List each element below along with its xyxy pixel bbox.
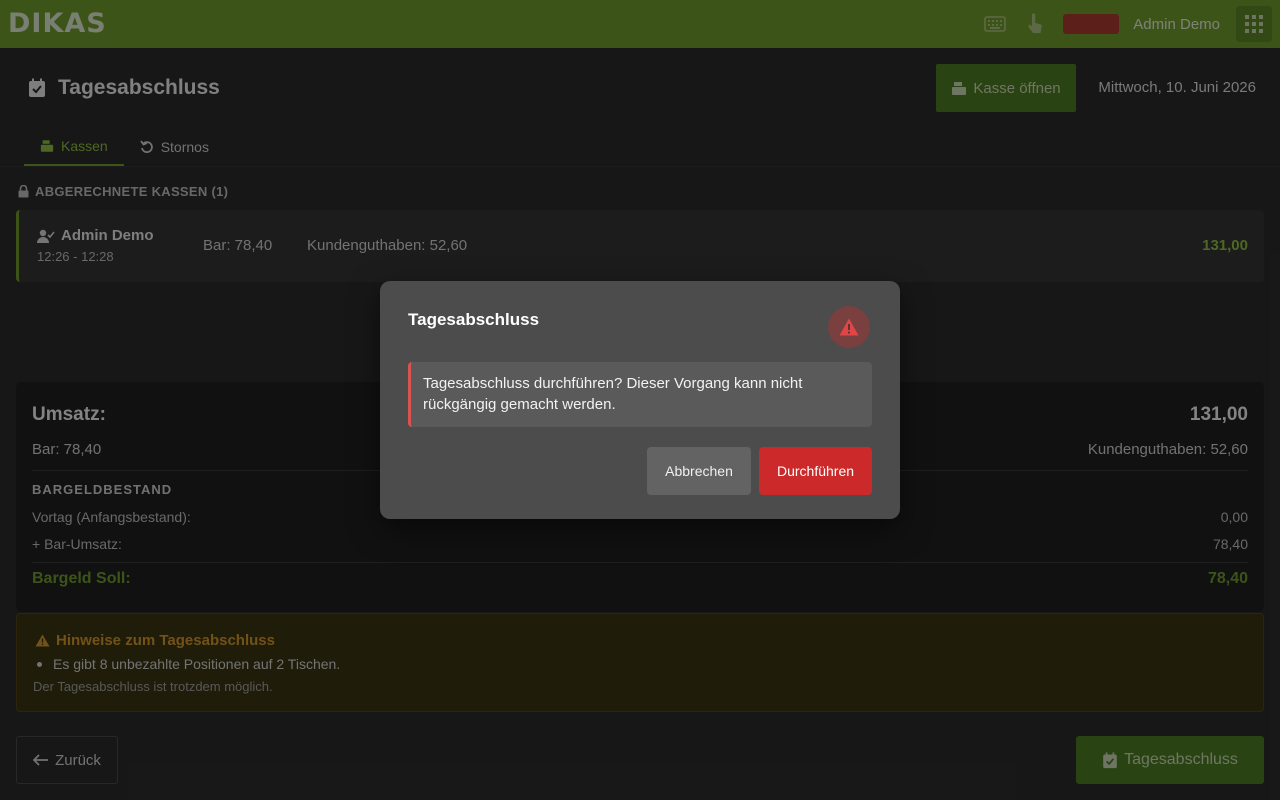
warning-icon <box>828 306 870 348</box>
confirm-dialog: Tagesabschluss Tagesabschluss durchführe… <box>380 281 900 519</box>
dialog-message: Tagesabschluss durchführen? Dieser Vorga… <box>408 362 872 427</box>
dialog-title: Tagesabschluss <box>408 310 540 329</box>
cancel-button[interactable]: Abbrechen <box>647 447 751 495</box>
confirm-button[interactable]: Durchführen <box>759 447 872 495</box>
